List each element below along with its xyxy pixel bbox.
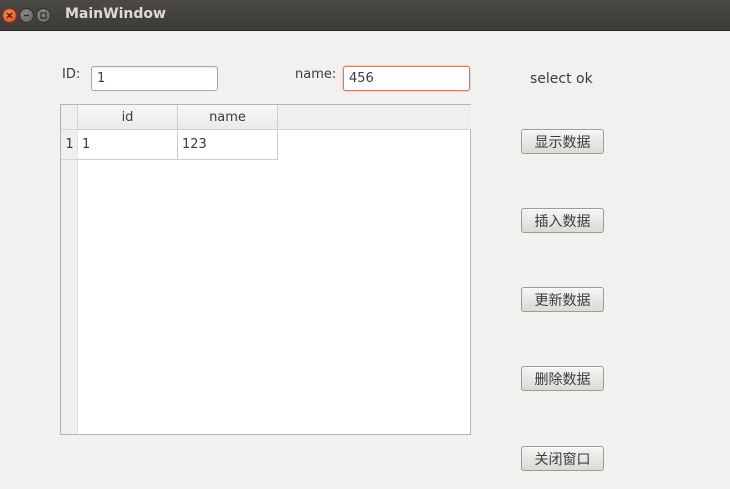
update-data-button[interactable]: 更新数据	[521, 287, 604, 312]
window-title: MainWindow	[65, 6, 166, 22]
maximize-icon[interactable]	[36, 8, 51, 23]
insert-data-button[interactable]: 插入数据	[521, 208, 604, 233]
name-label: name:	[295, 67, 337, 82]
column-header-name[interactable]: name	[178, 105, 278, 130]
table-corner[interactable]	[61, 105, 78, 130]
show-data-button[interactable]: 显示数据	[521, 129, 604, 154]
table-cell-id[interactable]: 1	[78, 130, 178, 160]
row-header-column	[61, 130, 78, 434]
name-input[interactable]	[343, 66, 470, 91]
header-filler	[278, 105, 471, 130]
minimize-icon[interactable]	[19, 8, 34, 23]
close-icon[interactable]	[2, 8, 17, 23]
close-window-button[interactable]: 关闭窗口	[521, 446, 604, 471]
id-input[interactable]	[91, 66, 218, 91]
status-text: select ok	[530, 71, 593, 87]
column-header-id[interactable]: id	[78, 105, 178, 130]
id-label: ID:	[62, 67, 81, 82]
delete-data-button[interactable]: 删除数据	[521, 366, 604, 391]
row-header[interactable]: 1	[61, 130, 78, 160]
title-bar: MainWindow	[0, 0, 730, 31]
data-table[interactable]: id name 1 1 123	[60, 104, 471, 435]
table-cell-name[interactable]: 123	[178, 130, 278, 160]
